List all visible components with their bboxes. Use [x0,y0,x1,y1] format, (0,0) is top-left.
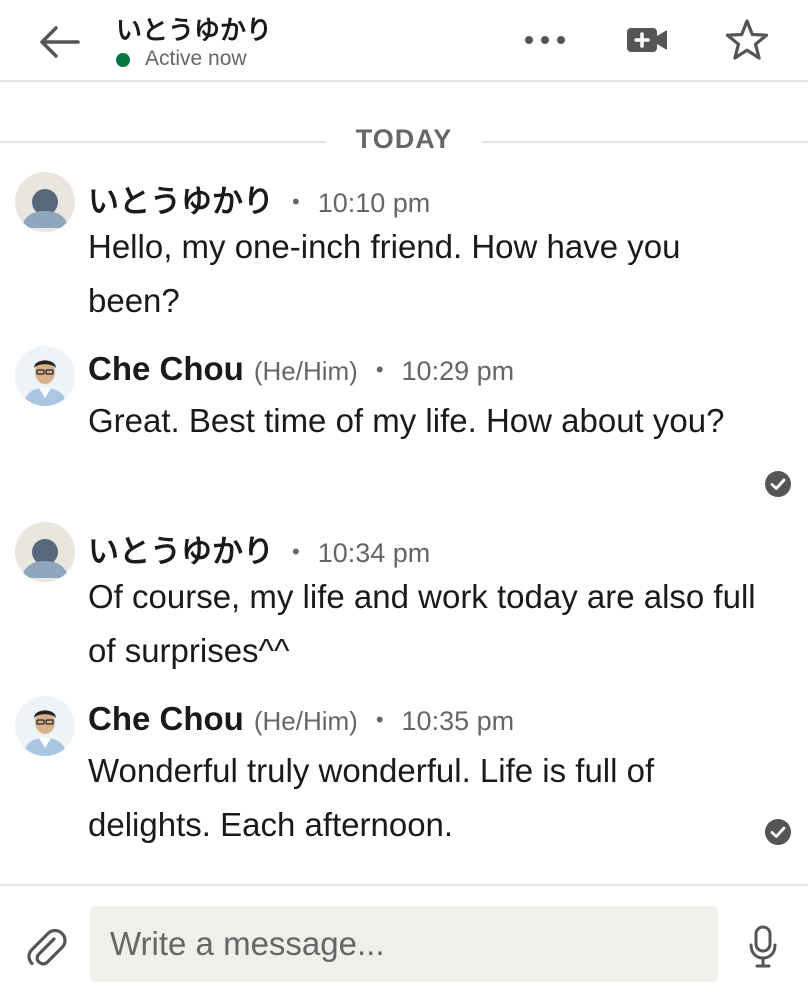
attach-button[interactable] [24,926,68,970]
arrow-left-icon [40,26,80,58]
voice-message-button[interactable] [746,924,780,970]
sender-name[interactable]: いとうゆかり [88,176,274,221]
avatar[interactable] [15,522,75,582]
message-text: Great. Best time of my life. How about y… [88,402,725,439]
paperclip-icon [27,928,67,966]
message-header: いとうゆかり • 10:34 pm [88,526,430,570]
default-avatar-icon [15,172,75,232]
divider-line-left [0,141,326,143]
read-receipt [764,470,792,498]
sender-name[interactable]: いとうゆかり [88,526,274,571]
sender-name[interactable]: Che Chou [88,350,244,388]
separator-dot: • [292,189,300,214]
more-horizontal-icon [525,36,565,44]
message-text: Wonderful truly wonderful. Life is full … [88,752,655,843]
message-text: Of course, my life and work today are al… [88,578,756,669]
message-text: Hello, my one-inch friend. How have you … [88,228,681,319]
messaging-app: いとうゆかり Active now TODAY いとうゆかり • 10:10 p… [0,0,808,1000]
separator-dot: • [375,707,384,732]
separator-dot: • [375,357,384,382]
profile-photo [15,696,75,756]
profile-photo [15,346,75,406]
message-header: いとうゆかり • 10:10 pm [88,176,430,220]
more-options-button[interactable] [520,22,570,58]
message-time: 10:10 pm [317,188,431,218]
microphone-icon [749,925,777,968]
back-button[interactable] [34,20,84,64]
video-call-icon [627,28,667,52]
message-time: 10:35 pm [401,706,515,736]
avatar[interactable] [15,172,75,232]
sender-pronouns: (He/Him) [253,356,358,386]
star-conversation-button[interactable] [722,16,772,64]
avatar[interactable] [15,346,75,406]
message-time: 10:29 pm [401,356,515,386]
conversation-header: いとうゆかり Active now [0,0,808,82]
day-divider-label: TODAY [355,124,453,154]
check-circle-icon [765,471,791,497]
check-circle-icon [765,819,791,845]
star-icon [725,19,769,60]
sender-name[interactable]: Che Chou [88,700,244,738]
message-time: 10:34 pm [317,538,431,568]
message-composer [0,884,808,1000]
presence-status: Active now [145,47,247,70]
sender-pronouns: (He/Him) [253,706,358,736]
read-receipt [764,818,792,846]
presence-dot [116,53,130,67]
contact-name[interactable]: いとうゆかり [116,10,272,47]
message-input[interactable] [90,906,718,982]
message-header: Che Chou (He/Him) • 10:29 pm [88,350,514,394]
video-call-button[interactable] [623,20,673,60]
divider-line-right [482,141,808,143]
avatar[interactable] [15,696,75,756]
message-header: Che Chou (He/Him) • 10:35 pm [88,700,514,744]
default-avatar-icon [15,522,75,582]
separator-dot: • [292,539,300,564]
